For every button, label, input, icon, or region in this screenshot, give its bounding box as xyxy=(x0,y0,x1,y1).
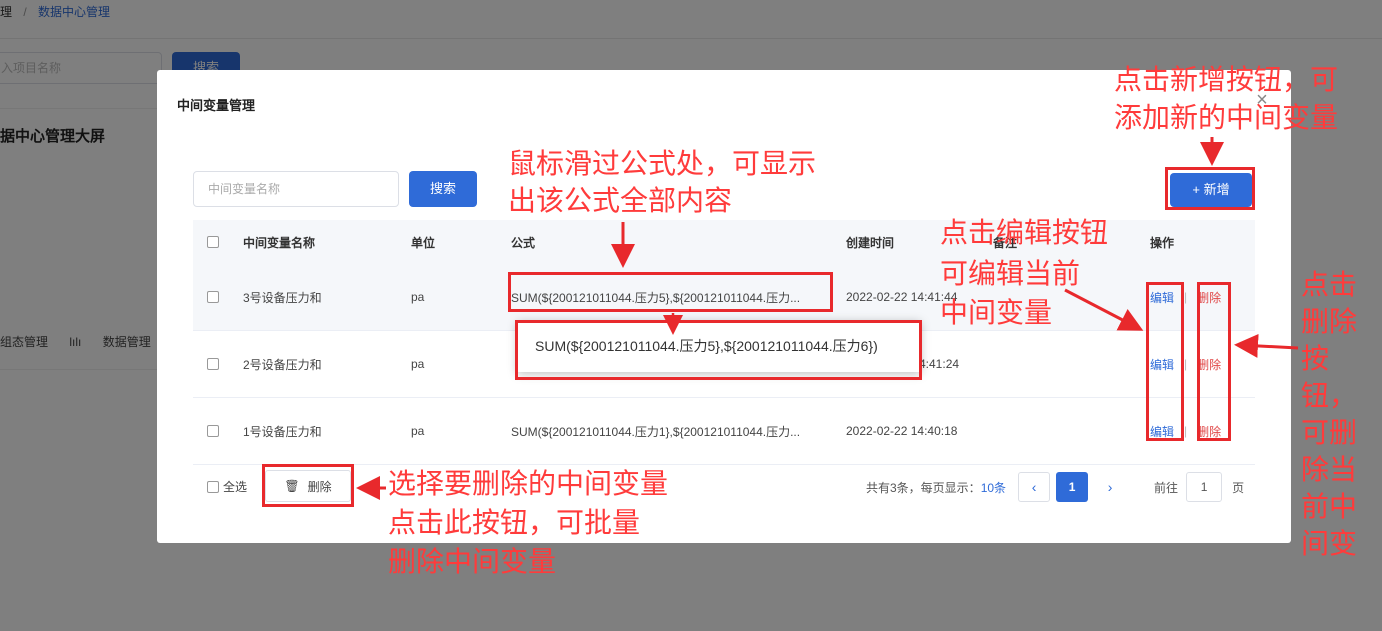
arrow-edit xyxy=(1064,288,1144,331)
annotation-arrows xyxy=(356,137,1299,500)
arrow-delete xyxy=(1234,333,1299,358)
